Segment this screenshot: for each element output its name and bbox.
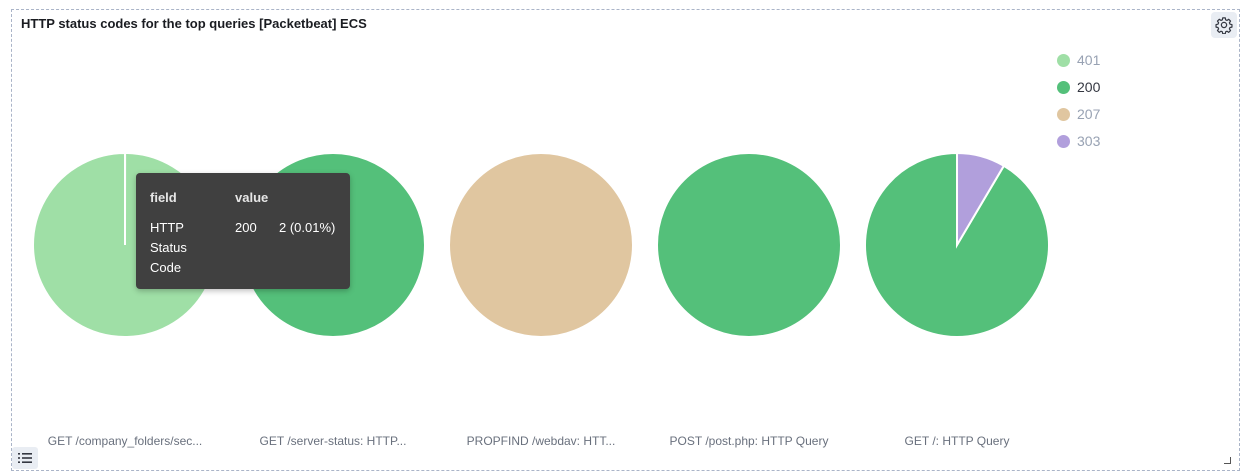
legend-item-303[interactable]: 303 xyxy=(1057,132,1100,150)
pie-slice-207[interactable] xyxy=(448,152,634,338)
legend-label: 200 xyxy=(1077,79,1101,95)
list-icon xyxy=(18,453,32,463)
pie-label: GET /: HTTP Query xyxy=(904,434,1010,448)
legend-label: 401 xyxy=(1077,52,1101,68)
pie-label: POST /post.php: HTTP Query xyxy=(669,434,829,448)
pie-slice-200[interactable] xyxy=(656,152,842,338)
legend-item-207[interactable]: 207 xyxy=(1057,105,1100,123)
pie-label: PROPFIND /webdav: HTT... xyxy=(466,434,616,448)
legend-dot xyxy=(1057,134,1070,148)
legend-toggle-button[interactable] xyxy=(12,447,38,469)
legend-label: 303 xyxy=(1077,133,1101,149)
chart-tooltip: field value HTTP Status Code 200 2 (0.01… xyxy=(136,173,350,289)
tooltip-field: HTTP Status Code xyxy=(150,220,187,275)
tooltip-value: 200 xyxy=(235,220,257,235)
tooltip-header-field: field xyxy=(150,190,177,205)
legend-label: 207 xyxy=(1077,106,1101,122)
legend-item-401[interactable]: 401 xyxy=(1057,51,1100,69)
tooltip-header-value: value xyxy=(235,190,269,205)
pie-label: GET /server-status: HTTP... xyxy=(259,434,407,448)
pie-label: GET /company_folders/sec... xyxy=(47,434,203,448)
tooltip-extra: 2 (0.01%) xyxy=(279,220,336,235)
legend-dot xyxy=(1057,80,1070,94)
resize-handle[interactable] xyxy=(1224,457,1231,464)
legend-item-200[interactable]: 200 xyxy=(1057,78,1100,96)
legend-dot xyxy=(1057,53,1070,67)
legend-dot xyxy=(1057,107,1070,121)
